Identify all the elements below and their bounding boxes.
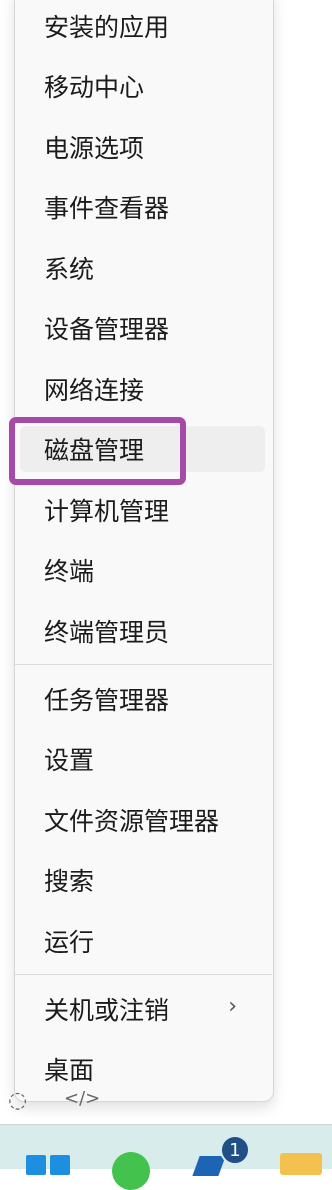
menu-item-power-options[interactable]: 电源选项 (20, 124, 265, 170)
windows-start-icon[interactable] (26, 1155, 72, 1175)
loading-icon: ◌ (8, 1088, 28, 1113)
chevron-right-icon: › (228, 994, 237, 1019)
code-icon: </> (64, 1088, 101, 1109)
menu-separator (15, 664, 272, 665)
menu-item-settings[interactable]: 设置 (20, 736, 265, 782)
menu-separator (15, 974, 272, 975)
menu-item-system[interactable]: 系统 (20, 245, 265, 291)
menu-item-network-connections[interactable]: 网络连接 (20, 366, 265, 412)
wechat-icon[interactable] (112, 1152, 150, 1190)
app-icon[interactable] (192, 1156, 226, 1176)
context-menu: 安装的应用 移动中心 电源选项 事件查看器 系统 设备管理器 网络连接 磁盘管理… (14, 0, 274, 1102)
menu-item-mobility-center[interactable]: 移动中心 (20, 63, 265, 109)
menu-item-event-viewer[interactable]: 事件查看器 (20, 184, 265, 230)
menu-item-device-manager[interactable]: 设备管理器 (20, 305, 265, 351)
menu-item-disk-management[interactable]: 磁盘管理 (20, 426, 265, 472)
menu-item-installed-apps[interactable]: 安装的应用 (20, 3, 265, 49)
menu-item-computer-management[interactable]: 计算机管理 (20, 487, 265, 533)
menu-item-terminal-admin[interactable]: 终端管理员 (20, 608, 265, 654)
menu-item-search[interactable]: 搜索 (20, 857, 265, 903)
menu-item-desktop[interactable]: 桌面 (20, 1046, 265, 1092)
menu-item-shutdown-signout[interactable]: 关机或注销 › (20, 986, 265, 1032)
menu-item-run[interactable]: 运行 (20, 918, 265, 964)
menu-item-label: 关机或注销 (44, 996, 170, 1025)
notification-badge: 1 (220, 1135, 250, 1165)
menu-item-file-explorer[interactable]: 文件资源管理器 (20, 797, 265, 843)
menu-item-terminal[interactable]: 终端 (20, 547, 265, 593)
menu-item-task-manager[interactable]: 任务管理器 (20, 676, 265, 722)
file-explorer-icon[interactable] (280, 1153, 322, 1175)
taskbar: 1 (0, 1124, 332, 1190)
